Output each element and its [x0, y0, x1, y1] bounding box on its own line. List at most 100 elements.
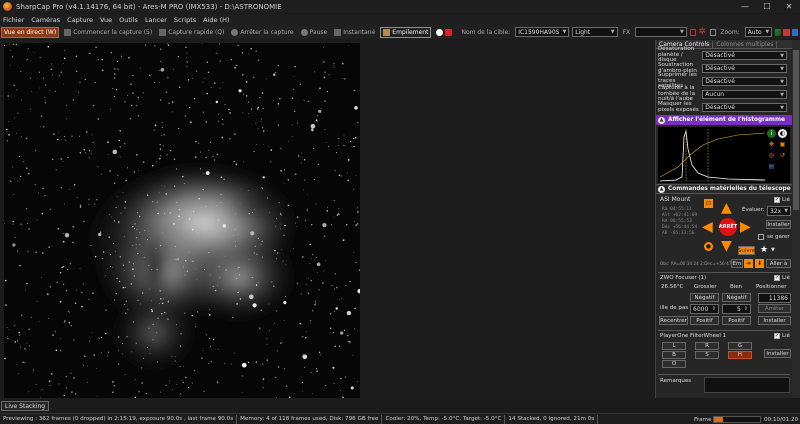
star	[275, 71, 277, 74]
panel-scrollbar[interactable]	[792, 40, 800, 398]
close-icon[interactable]: ✕	[778, 0, 800, 13]
menu-outils[interactable]: Outils	[119, 16, 138, 24]
filter-button-r[interactable]: R	[695, 342, 719, 350]
reset-icon[interactable]: ↺	[778, 151, 787, 160]
mount-stop-button[interactable]: ARRÊT	[719, 218, 737, 236]
goto-button[interactable]: Aller à	[766, 259, 791, 268]
menu-capture[interactable]: Capture	[67, 16, 93, 24]
fx-select[interactable]: ▼	[635, 27, 687, 37]
remarks-input[interactable]	[704, 377, 790, 393]
menu-fichier[interactable]: Fichier	[3, 16, 24, 24]
park-checkbox[interactable]	[758, 234, 764, 240]
fine-positive-button[interactable]: Positif	[722, 316, 751, 325]
histogram-mini-icon[interactable]	[775, 28, 782, 36]
lock-icon[interactable]: ▣	[778, 140, 787, 149]
star	[313, 148, 314, 149]
record-toggle[interactable]	[434, 27, 456, 38]
contrast-icon[interactable]: ◐	[778, 129, 787, 138]
menu-cameras[interactable]: Caméras	[31, 16, 60, 24]
histogram-chart[interactable]: i ◐ ✥ ▣ ◎ ↺ ▤	[658, 127, 790, 183]
menu-scripts[interactable]: Scripts	[174, 16, 196, 24]
tracking-icon[interactable]: ●	[704, 242, 713, 251]
scrollbar-thumb[interactable]	[793, 50, 799, 210]
frame-type-select[interactable]: Light ▼	[572, 27, 618, 37]
stacking-button[interactable]: Empilement	[380, 26, 432, 38]
collapse-icon[interactable]: ▲	[658, 116, 665, 124]
arrow-left-icon[interactable]: ◀	[702, 220, 713, 234]
control-select[interactable]: Désactivé ▼	[702, 51, 787, 60]
star-dropdown-icon[interactable]: ▼	[771, 247, 775, 253]
target-name-select[interactable]: IC1590HA90S ▼	[515, 27, 570, 37]
mount-enabled-checkbox[interactable]: ✓	[774, 197, 780, 203]
control-select[interactable]: Désactivé ▼	[702, 103, 787, 112]
rate-select[interactable]: 32x ▼	[767, 206, 791, 216]
menu-aide[interactable]: Aide (H)	[203, 16, 229, 24]
mount-install-button[interactable]: Installer	[766, 220, 791, 229]
star	[72, 241, 74, 244]
astronomy-image[interactable]	[4, 43, 360, 398]
filter-button-g[interactable]: G	[728, 342, 752, 350]
filter-wheel-install-button[interactable]: Installer	[764, 349, 791, 358]
em-button[interactable]: Em	[731, 259, 743, 268]
color-balance-icon[interactable]	[783, 28, 790, 36]
filter-button-h[interactable]: H	[728, 351, 752, 359]
minimize-icon[interactable]: —	[734, 0, 756, 13]
coarse-step-field[interactable]: 6000 ⇕	[690, 304, 719, 314]
focuser-linked-checkbox[interactable]: ✓	[774, 275, 780, 281]
star	[101, 58, 103, 61]
spinner-icon[interactable]: ⇕	[744, 306, 748, 312]
snapshot-button[interactable]: Instantané	[332, 27, 377, 38]
star	[69, 312, 70, 314]
fine-negative-button[interactable]: Négatif	[722, 293, 751, 302]
tab-multiple-columns[interactable]: Colonnes multiples	[713, 40, 778, 48]
target-icon[interactable]: ◎	[767, 151, 776, 160]
info-icon[interactable]: i	[767, 129, 776, 138]
arrow-right-icon[interactable]: ▶	[740, 220, 751, 234]
coarse-negative-button[interactable]: Négatif	[690, 293, 719, 302]
zoom-select[interactable]: Auto ▼	[744, 27, 773, 37]
filter-button-s[interactable]: S	[695, 351, 719, 359]
stop-capture-button[interactable]: Arrêter la capture	[229, 27, 295, 38]
filter-button-b[interactable]: B	[662, 351, 686, 359]
menu-vue[interactable]: Vue	[100, 16, 112, 24]
pause-button[interactable]: Pause	[299, 27, 330, 38]
crop-icon[interactable]	[689, 28, 697, 36]
star	[282, 260, 284, 262]
fine-step-field[interactable]: 5 ⇕	[722, 304, 751, 314]
save-icon[interactable]: ▤	[767, 162, 776, 171]
start-capture-button[interactable]: Commencer la capture (5)	[62, 27, 154, 38]
control-select[interactable]: Aucun ▼	[702, 90, 787, 99]
quick-capture-button[interactable]: Capture rapide (Q)	[157, 27, 226, 38]
arrow-down-icon[interactable]: ⬇	[755, 259, 764, 268]
reticle-icon[interactable]: ✲	[698, 27, 706, 37]
arrow-down-icon[interactable]: ▼	[721, 239, 732, 253]
position-field[interactable]: 11386	[758, 293, 791, 303]
move-icon[interactable]: ✥	[767, 140, 776, 149]
follow-button[interactable]: Suivre	[738, 246, 755, 255]
collapse-icon[interactable]: ▲	[658, 185, 665, 193]
star	[355, 224, 357, 226]
star-icon[interactable]	[709, 28, 717, 36]
star-icon[interactable]: ★	[760, 245, 768, 255]
filter-button-o[interactable]: O	[662, 360, 686, 368]
control-select[interactable]: Désactivé ▼	[702, 77, 787, 86]
telescope-header[interactable]: ▲ Commandes matérielles du télescope	[656, 184, 792, 194]
maximize-icon[interactable]: ☐	[756, 0, 778, 13]
filter-button-l[interactable]: L	[662, 342, 686, 350]
coarse-positive-button[interactable]: Positif	[690, 316, 719, 325]
scope-icon[interactable]	[791, 28, 798, 36]
menu-lancer[interactable]: Lancer	[145, 16, 167, 24]
arrow-up-icon[interactable]: ▲	[721, 201, 732, 215]
histogram-header[interactable]: ▲ Afficher l'élément de l'histogramme	[656, 115, 792, 125]
control-select[interactable]: Désactivé ▼	[702, 64, 787, 73]
star	[49, 286, 51, 288]
focuser-install-button[interactable]: Installer	[758, 316, 791, 325]
arrow-right-icon[interactable]: ➜	[744, 259, 753, 268]
star	[102, 251, 105, 253]
recenter-button[interactable]: Recentrer	[659, 316, 688, 325]
live-stacking-tab[interactable]: Live Stacking	[1, 401, 50, 411]
filter-wheel-linked-checkbox[interactable]: ✓	[774, 333, 780, 339]
spinner-icon[interactable]: ⇕	[712, 306, 716, 312]
live-view-button[interactable]: Vue en direct (W)	[1, 26, 60, 38]
focuser-stop-button[interactable]: Arrêter	[758, 304, 791, 313]
